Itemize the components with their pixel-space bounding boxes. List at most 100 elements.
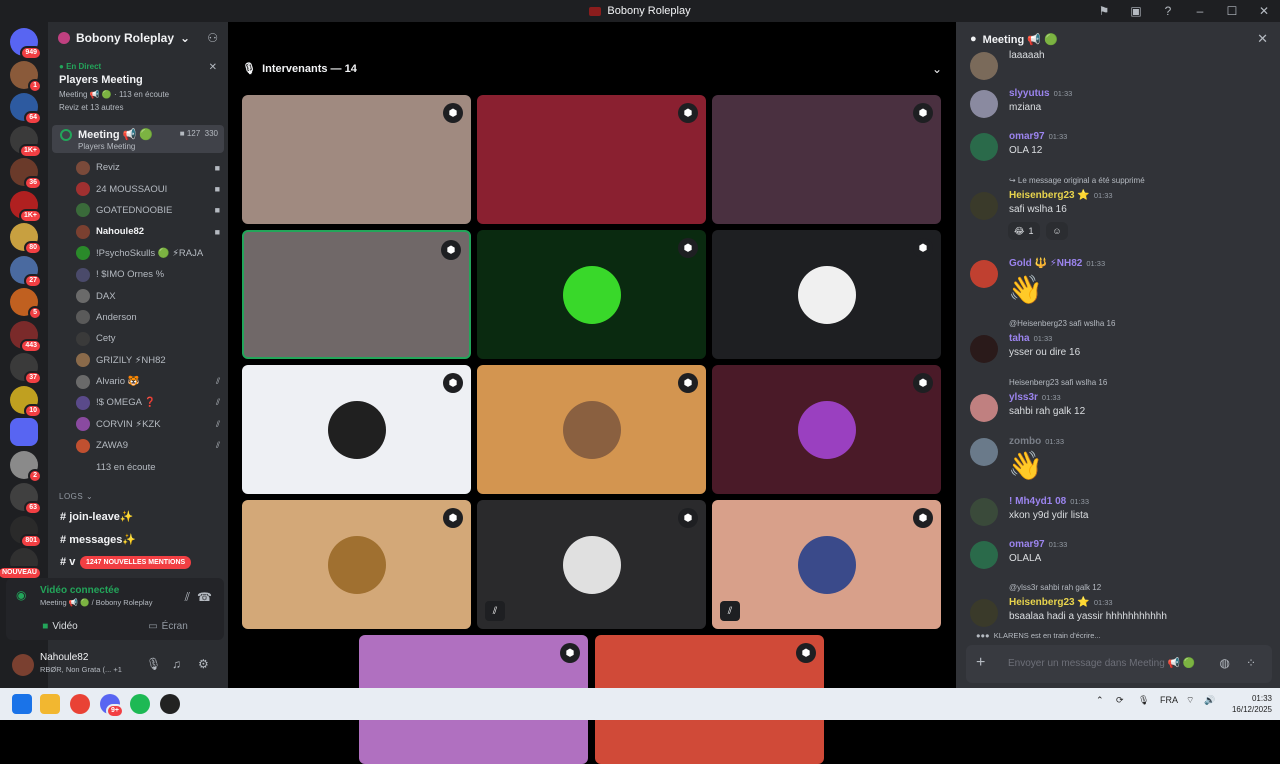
message-author[interactable]: Heisenberg23 ⭐ 01:33 (1009, 597, 1113, 608)
participant-tile[interactable]: ⬢ (242, 95, 471, 224)
pin-icon[interactable]: ⬢ (443, 103, 463, 123)
close-chat-button[interactable]: ✕ (1257, 31, 1268, 47)
message-input[interactable]: + Envoyer un message dans Meeting 📢 🟢 ◍ … (966, 645, 1272, 683)
voice-user[interactable]: 113 en écoute (76, 456, 226, 477)
disconnect-icon[interactable]: ☎ (197, 590, 212, 604)
reply-reference[interactable]: @ylss3r sahbi rah galk 12 (1009, 583, 1101, 592)
server-icon[interactable]: 80 (10, 223, 42, 255)
reply-reference[interactable]: @Heisenberg23 safi wslha 16 (1009, 319, 1115, 328)
pin-icon[interactable]: ⬢ (913, 508, 933, 528)
network-icon[interactable]: ⌔ (1186, 695, 1194, 706)
sync-icon[interactable]: ⟳ (1116, 695, 1124, 706)
screen-share-button[interactable]: ▭ Écran (118, 616, 218, 636)
avatar[interactable] (970, 498, 998, 526)
participant-tile[interactable]: ⬢ (712, 365, 941, 494)
tray-chevron-icon[interactable]: ⌃ (1096, 695, 1104, 706)
server-header[interactable]: Bobony Roleplay ⌄ ⚇ (48, 22, 228, 54)
voice-user[interactable]: GRIZILY ⚡NH82 (76, 350, 226, 371)
server-icon[interactable]: 5 (10, 288, 42, 320)
participant-tile[interactable]: ⬢ (242, 230, 471, 359)
chat-message[interactable]: Heisenberg23 safi wslha 16 ylss3r 01:33 sah… (970, 378, 1270, 422)
participant-tile[interactable]: ⬢ (477, 365, 706, 494)
server-icon[interactable]: 1K+ (10, 190, 42, 223)
microphone-icon[interactable]: 🎙 (146, 657, 161, 671)
noise-suppression-icon[interactable]: ⫽ (185, 590, 190, 605)
chat-message[interactable]: ↪ Le message original a été supprimé Heis… (970, 176, 1270, 220)
participant-tile[interactable]: ⬢ (712, 95, 941, 224)
pin-icon[interactable]: ⬢ (678, 238, 698, 258)
reply-reference[interactable]: ↪ Le message original a été supprimé (1009, 176, 1145, 185)
pin-icon[interactable]: ⬢ (443, 508, 463, 528)
server-icon[interactable]: 10 (10, 385, 42, 418)
server-icon[interactable]: 2 (10, 450, 42, 483)
voice-channel-meeting[interactable]: Meeting 📢 🟢 Players Meeting ■ 127 330 (52, 125, 224, 153)
live-event-card[interactable]: ● En Direct ✕ Players Meeting Meeting 📢 🟢… (54, 58, 222, 116)
clock[interactable]: 01:33 16/12/2025 (1232, 693, 1272, 715)
participant-tile[interactable]: ⬢ ⫽ (712, 500, 941, 629)
chat-message[interactable]: @ylss3r sahbi rah galk 12 Heisenberg23 ⭐ 0… (970, 583, 1270, 627)
message-author[interactable]: omar97 01:33 (1009, 131, 1067, 142)
channel-v[interactable]: # v (60, 556, 75, 568)
pin-icon[interactable]: ⬢ (913, 103, 933, 123)
server-icon[interactable]: 64 (10, 93, 42, 125)
participant-tile[interactable]: ⬢ (712, 230, 941, 359)
server-icon[interactable] (10, 418, 38, 446)
chat-message[interactable]: omar97 01:33 OLALA (970, 539, 1270, 569)
pin-icon[interactable]: ⬢ (913, 238, 933, 258)
signal-icon[interactable]: ◉ (16, 588, 26, 602)
participant-tile[interactable]: ⬢ (242, 500, 471, 629)
voice-user[interactable]: Anderson (76, 307, 226, 328)
pin-icon[interactable]: ⬢ (796, 643, 816, 663)
voice-user[interactable]: !$ OMEGA ❓ ⫽ (76, 392, 226, 413)
avatar[interactable] (12, 654, 34, 676)
pin-icon[interactable]: ⬢ (560, 643, 580, 663)
participant-tile[interactable]: ⬢ (477, 95, 706, 224)
headphones-icon[interactable]: ♫ (172, 657, 181, 671)
voice-user[interactable]: ! $IMO Ornes % (76, 264, 226, 285)
chrome-icon[interactable] (70, 694, 90, 714)
avatar[interactable] (970, 438, 998, 466)
message-author[interactable]: taha 01:33 (1009, 333, 1052, 344)
pin-icon[interactable]: ⬢ (913, 373, 933, 393)
message-author[interactable]: Heisenberg23 ⭐ 01:33 (1009, 190, 1113, 201)
voice-location[interactable]: Meeting 📢 🟢 / Bobony Roleplay (40, 598, 152, 607)
file-explorer-icon[interactable] (40, 694, 60, 714)
avatar[interactable] (970, 192, 998, 220)
voice-user[interactable]: GOATEDNOOBIE ■ (76, 200, 226, 221)
gear-icon[interactable]: ⚙ (198, 657, 209, 671)
server-icon[interactable]: 1K+ (10, 125, 42, 158)
avatar[interactable] (970, 394, 998, 422)
inbox-icon[interactable]: ⚑ (1088, 4, 1120, 18)
windows-start-icon[interactable] (12, 694, 32, 714)
server-icon[interactable]: NOUVEAU (0, 548, 42, 580)
maximize-button[interactable]: ☐ (1216, 4, 1248, 18)
server-icon[interactable]: 1 (10, 60, 42, 93)
voice-user[interactable]: !PsychoSkulls 🟢 ⚡RAJA (76, 243, 226, 264)
pin-icon[interactable]: ⬢ (678, 508, 698, 528)
avatar[interactable] (970, 335, 998, 363)
pin-icon[interactable]: ⬢ (443, 373, 463, 393)
pin-icon[interactable]: ⬢ (678, 373, 698, 393)
message-author[interactable]: Gold 🔱 ⚡NH82 01:33 (1009, 258, 1105, 269)
participant-tile[interactable]: ⬢ (477, 230, 706, 359)
language-indicator[interactable]: FRA (1160, 695, 1178, 705)
help-icon[interactable]: ? (1152, 4, 1184, 18)
voice-user[interactable]: 24 MOUSSAOUI ■ (76, 178, 226, 199)
message-author[interactable]: ylss3r 01:33 (1009, 392, 1061, 403)
participant-tile[interactable]: ⬢ ⫽ (477, 500, 706, 629)
avatar[interactable] (970, 90, 998, 118)
channel-messages[interactable]: # messages✨ (60, 533, 136, 546)
message-author[interactable]: slyyutus 01:33 (1009, 88, 1072, 99)
voice-user[interactable]: DAX (76, 285, 226, 306)
voice-user[interactable]: ZAWA9 ⫽ (76, 435, 226, 456)
discord-icon[interactable]: 9+ (100, 694, 124, 718)
voice-user[interactable]: Reviz ■ (76, 157, 226, 178)
pin-icon[interactable]: ⬢ (678, 103, 698, 123)
new-mentions-banner[interactable]: 1247 NOUVELLES MENTIONS (80, 556, 192, 569)
close-window-button[interactable]: ✕ (1248, 4, 1280, 18)
spotify-icon[interactable] (130, 694, 150, 714)
chat-message[interactable]: ! Mh4yd1 08 01:33 xkon y9d ydir lista (970, 496, 1270, 526)
chat-message[interactable]: laaaaah (970, 50, 1270, 80)
chat-message[interactable]: @Heisenberg23 safi wslha 16 taha 01:33 ysse… (970, 319, 1270, 363)
message-author[interactable]: zombo 01:33 (1009, 436, 1064, 447)
